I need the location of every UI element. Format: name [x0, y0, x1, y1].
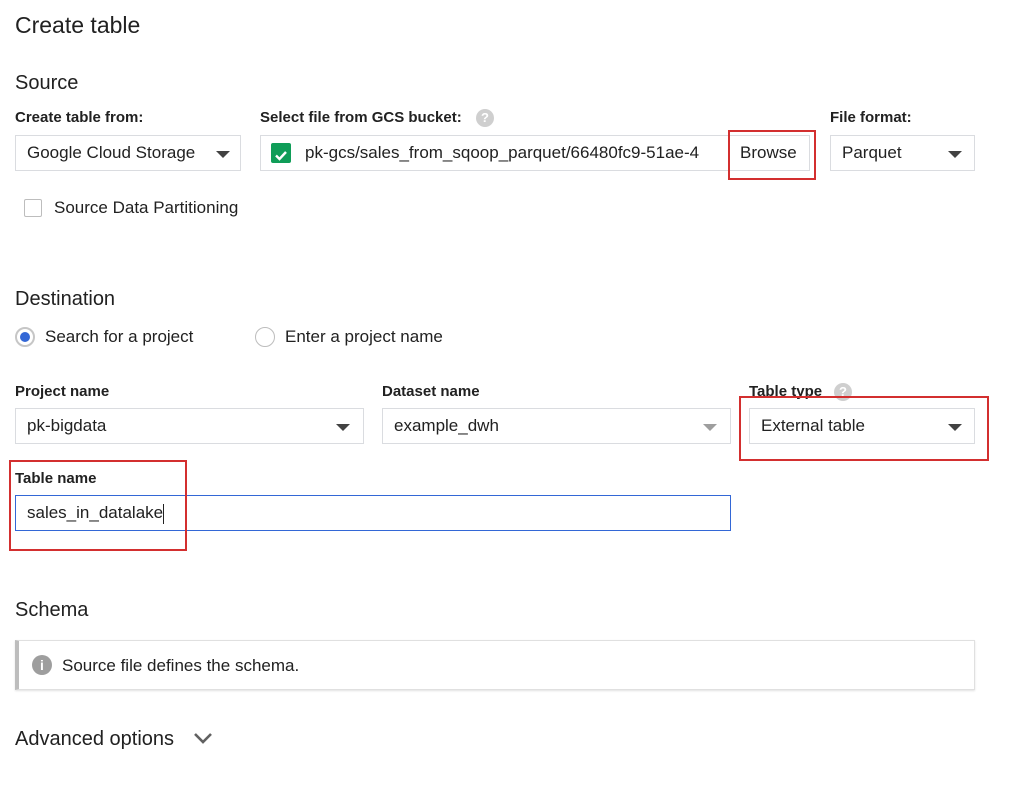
chevron-down-icon	[703, 424, 717, 431]
info-icon: i	[32, 655, 52, 675]
file-format-label: File format:	[830, 109, 912, 126]
browse-highlight-box	[728, 130, 816, 180]
partition-checkbox[interactable]	[24, 199, 42, 217]
schema-heading: Schema	[15, 599, 89, 621]
file-format-select[interactable]: Parquet	[830, 135, 975, 171]
project-name-value: pk-bigdata	[27, 416, 107, 435]
advanced-options-label: Advanced options	[15, 728, 175, 750]
table-name-highlight-box	[9, 460, 187, 551]
project-name-select[interactable]: pk-bigdata	[15, 408, 364, 444]
gcs-file-label: Select file from GCS bucket:	[260, 109, 462, 126]
chevron-down-icon	[192, 728, 214, 751]
table-type-highlight-box	[739, 396, 989, 461]
create-table-from-value: Google Cloud Storage	[27, 143, 196, 162]
advanced-options-toggle[interactable]: Advanced options	[15, 728, 214, 751]
schema-info-text: Source file defines the schema.	[62, 656, 300, 675]
partition-label: Source Data Partitioning	[54, 198, 239, 217]
source-heading: Source	[15, 72, 79, 94]
chevron-down-icon	[336, 424, 350, 431]
dataset-name-select[interactable]: example_dwh	[382, 408, 731, 444]
radio-enter-project[interactable]	[255, 327, 275, 347]
file-format-value: Parquet	[842, 143, 902, 162]
chevron-down-icon	[948, 151, 962, 158]
radio-search-project[interactable]	[15, 327, 35, 347]
dataset-name-label: Dataset name	[382, 383, 480, 400]
project-name-label: Project name	[15, 383, 110, 400]
create-table-from-label: Create table from:	[15, 109, 144, 126]
help-icon[interactable]: ?	[476, 109, 494, 127]
schema-info-box: i Source file defines the schema.	[15, 640, 975, 690]
create-table-from-select[interactable]: Google Cloud Storage	[15, 135, 241, 171]
check-icon	[271, 143, 291, 163]
dataset-name-value: example_dwh	[394, 416, 499, 435]
chevron-down-icon	[216, 151, 230, 158]
radio-search-project-label: Search for a project	[45, 327, 194, 346]
page-title: Create table	[15, 12, 141, 38]
gcs-file-path: pk-gcs/sales_from_sqoop_parquet/66480fc9…	[305, 143, 700, 162]
radio-enter-project-label: Enter a project name	[285, 327, 443, 346]
destination-heading: Destination	[15, 288, 116, 310]
